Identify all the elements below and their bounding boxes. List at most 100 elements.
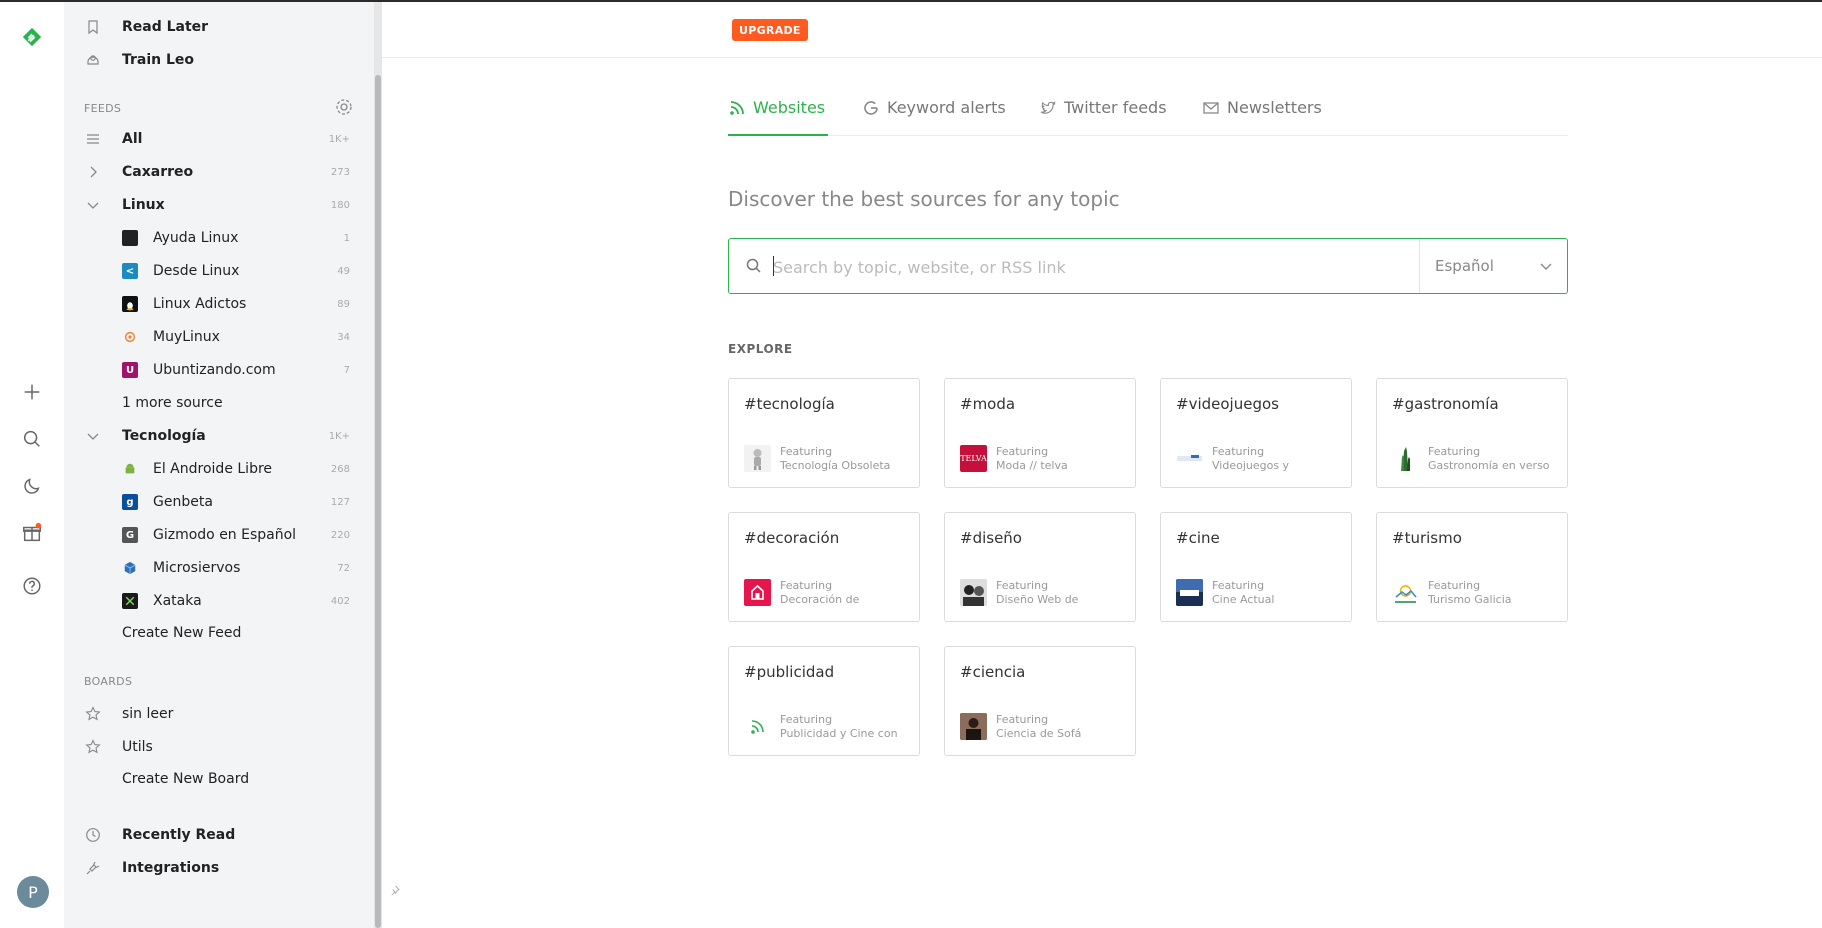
chevron-right-icon[interactable] xyxy=(84,163,102,181)
sidebar-item-label: Utils xyxy=(122,739,153,755)
sidebar-item-label: Tecnología xyxy=(122,428,206,444)
topic-card-publicidad[interactable]: #publicidad Featuring Publicidad y Cine c… xyxy=(728,646,920,756)
chevron-down-icon xyxy=(1540,263,1552,270)
tab-newsletters[interactable]: Newsletters xyxy=(1202,98,1322,136)
topic-tag: #videojuegos xyxy=(1176,395,1279,413)
topic-card-gastronomia[interactable]: #gastronomía Featuring Gastronomía en ver… xyxy=(1376,378,1568,488)
tab-label: Keyword alerts xyxy=(887,98,1006,117)
create-new-board-link[interactable]: Create New Board xyxy=(64,764,364,794)
more-sources-link[interactable]: 1 more source xyxy=(64,388,364,418)
night-mode-moon-icon[interactable] xyxy=(14,468,50,504)
topic-card-turismo[interactable]: #turismo Featuring Turismo Galicia xyxy=(1376,512,1568,622)
tab-label: Websites xyxy=(753,98,826,117)
sidebar-source-el-androide-libre[interactable]: El Androide Libre 268 xyxy=(64,454,364,484)
sidebar-source-genbeta[interactable]: g Genbeta 127 xyxy=(64,487,364,517)
featuring-text: Featuring Videojuegos y xyxy=(1212,445,1348,473)
tab-label: Twitter feeds xyxy=(1064,98,1167,117)
feeds-header: FEEDS xyxy=(84,102,122,115)
sidebar-source-muylinux[interactable]: MuyLinux 34 xyxy=(64,322,364,352)
sidebar-board-sin-leer[interactable]: sin leer xyxy=(64,699,364,729)
sidebar-source-linux-adictos[interactable]: Linux Adictos 89 xyxy=(64,289,364,319)
star-icon xyxy=(84,705,102,723)
sidebar-item-label: Integrations xyxy=(122,860,220,876)
unread-count: 49 xyxy=(337,265,350,277)
featured-source: Tecnología Obsoleta xyxy=(780,459,891,472)
unread-count: 268 xyxy=(330,463,350,475)
sidebar-item-recently-read[interactable]: Recently Read xyxy=(64,820,364,850)
search-icon[interactable] xyxy=(14,421,50,457)
gift-icon[interactable] xyxy=(14,515,50,551)
create-new-feed-link[interactable]: Create New Feed xyxy=(64,618,364,648)
tab-twitter-feeds[interactable]: Twitter feeds xyxy=(1039,98,1167,136)
featuring-text: Featuring Publicidad y Cine con xyxy=(780,713,916,741)
help-icon[interactable] xyxy=(14,568,50,604)
tab-websites[interactable]: Websites xyxy=(728,98,828,136)
create-new-feed-label: Create New Feed xyxy=(122,625,242,641)
sidebar-item-train-leo[interactable]: Train Leo xyxy=(64,45,364,75)
unread-count: 7 xyxy=(343,364,350,376)
topic-card-cine[interactable]: #cine Featuring Cine Actual xyxy=(1160,512,1352,622)
feedly-logo-icon[interactable] xyxy=(14,19,50,55)
sidebar-item-label: MuyLinux xyxy=(153,329,220,345)
pin-sidebar-icon[interactable] xyxy=(384,876,404,904)
sidebar-scrollbar-thumb[interactable] xyxy=(375,75,381,928)
featured-source: Turismo Galicia xyxy=(1428,593,1512,606)
topic-card-videojuegos[interactable]: #videojuegos Featuring Videojuegos y xyxy=(1160,378,1352,488)
featuring-text: Featuring Ciencia de Sofá xyxy=(996,713,1132,741)
leo-icon xyxy=(84,51,102,69)
sidebar-item-label: El Androide Libre xyxy=(153,461,273,477)
featured-source: Diseño Web de xyxy=(996,593,1079,606)
featuring-text: Featuring Diseño Web de xyxy=(996,579,1132,607)
sidebar-source-xataka[interactable]: Xataka 402 xyxy=(64,586,364,616)
upgrade-button[interactable]: UPGRADE xyxy=(732,19,808,41)
left-rail: P xyxy=(0,2,64,928)
sidebar-item-label: sin leer xyxy=(122,706,174,722)
source-type-tabs: Websites Keyword alerts Twitter feeds Ne… xyxy=(728,98,1568,136)
microsiervos-cube-favicon-icon xyxy=(122,560,138,576)
topic-card-diseno[interactable]: #diseño Featuring Diseño Web de xyxy=(944,512,1136,622)
sidebar-item-integrations[interactable]: Integrations xyxy=(64,853,364,883)
unread-count: 34 xyxy=(337,331,350,343)
tab-keyword-alerts[interactable]: Keyword alerts xyxy=(862,98,1006,136)
featured-source: Moda // telva xyxy=(996,459,1068,472)
featured-source: Cine Actual xyxy=(1212,593,1275,606)
unread-count: 1 xyxy=(343,232,350,244)
sidebar-source-desde-linux[interactable]: < Desde Linux 49 xyxy=(64,256,364,286)
sidebar-folder-tecnologia[interactable]: Tecnología 1K+ xyxy=(64,421,364,451)
featured-source: Gastronomía en verso xyxy=(1428,459,1550,472)
muylinux-favicon-icon xyxy=(122,329,138,345)
chevron-down-icon[interactable] xyxy=(84,427,102,445)
sidebar-source-ubuntizando[interactable]: U Ubuntizando.com 7 xyxy=(64,355,364,385)
header-divider xyxy=(382,57,1822,58)
add-content-icon[interactable] xyxy=(14,374,50,410)
sidebar-source-gizmodo[interactable]: G Gizmodo en Español 220 xyxy=(64,520,364,550)
search-input[interactable] xyxy=(773,253,1373,281)
topic-card-tecnologia[interactable]: #tecnología Featuring Tecnología Obsoleta xyxy=(728,378,920,488)
sidebar-folder-caxarreo[interactable]: Caxarreo 273 xyxy=(64,157,364,187)
chevron-down-icon[interactable] xyxy=(84,196,102,214)
unread-count: 180 xyxy=(330,199,350,211)
unread-count: 72 xyxy=(337,562,350,574)
sidebar-item-read-later[interactable]: Read Later xyxy=(64,12,364,42)
sidebar-folder-linux[interactable]: Linux 180 xyxy=(64,190,364,220)
twitter-icon xyxy=(1040,101,1056,114)
language-select[interactable]: Español xyxy=(1419,239,1567,293)
sidebar-board-utils[interactable]: Utils xyxy=(64,732,364,762)
unread-count: 220 xyxy=(330,529,350,541)
topic-tag: #ciencia xyxy=(960,663,1026,681)
sidebar-source-ayuda-linux[interactable]: Ayuda Linux 1 xyxy=(64,223,364,253)
language-selected-value: Español xyxy=(1435,257,1494,275)
list-icon xyxy=(84,130,102,148)
turismo-galicia-logo-icon xyxy=(1392,579,1419,606)
sidebar-item-all[interactable]: All 1K+ xyxy=(64,124,364,154)
sidebar-item-label: Linux Adictos xyxy=(153,296,247,312)
topic-card-decoracion[interactable]: #decoración Featuring Decoración de xyxy=(728,512,920,622)
diseno-portrait-thumbnail-icon xyxy=(960,579,987,606)
bookmark-icon xyxy=(84,18,102,36)
topic-card-ciencia[interactable]: #ciencia Featuring Ciencia de Sofá xyxy=(944,646,1136,756)
feeds-settings-gear-icon[interactable] xyxy=(334,97,354,117)
sidebar-source-microsiervos[interactable]: Microsiervos 72 xyxy=(64,553,364,583)
avatar[interactable]: P xyxy=(17,876,49,908)
asparagus-thumbnail-icon xyxy=(1392,445,1419,472)
topic-card-moda[interactable]: #moda TELVA Featuring Moda // telva xyxy=(944,378,1136,488)
